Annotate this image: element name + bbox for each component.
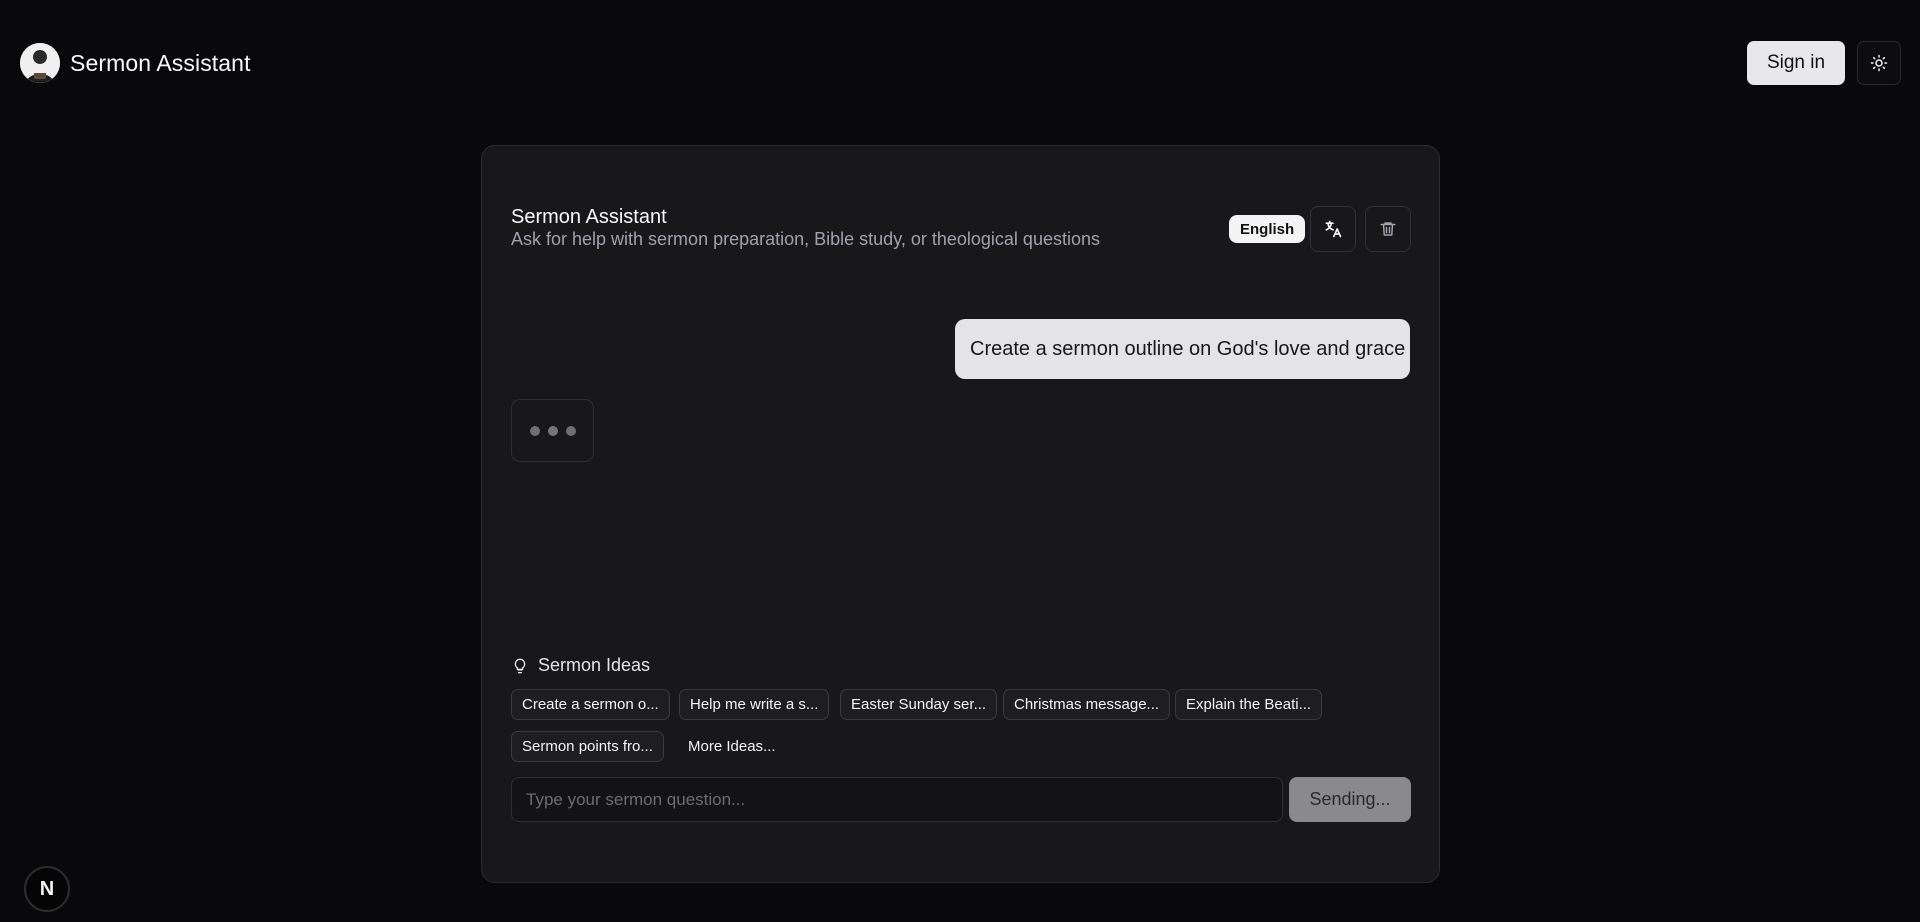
send-button[interactable]: Sending... — [1289, 777, 1411, 822]
idea-chip[interactable]: Help me write a s... — [679, 689, 830, 720]
top-bar: Sermon Assistant Sign in — [0, 0, 1920, 128]
typing-dot — [547, 425, 558, 436]
avatar — [20, 43, 60, 83]
ideas-title: Sermon Ideas — [538, 655, 651, 675]
sign-in-button[interactable]: Sign in — [1747, 41, 1845, 85]
lightbulb-icon — [514, 658, 526, 673]
chat-card: Sermon Assistant Ask for help with sermo… — [481, 145, 1440, 883]
idea-chip[interactable]: Create a sermon o... — [511, 689, 670, 720]
clear-chat-button[interactable] — [1365, 206, 1411, 252]
theme-toggle-button[interactable] — [1857, 41, 1901, 85]
typing-dot — [529, 425, 540, 436]
chat-title: Sermon Assistant — [511, 206, 667, 228]
trash-icon — [1380, 222, 1396, 236]
avatar-image — [20, 43, 60, 83]
sun-icon — [1870, 54, 1888, 72]
more-ideas-button[interactable]: More Ideas... — [678, 731, 786, 762]
idea-chip[interactable]: Sermon points fro... — [511, 731, 664, 762]
typing-indicator — [511, 399, 594, 462]
translate-icon — [1325, 220, 1342, 238]
translate-button[interactable] — [1310, 206, 1356, 252]
ideas-header: Sermon Ideas — [512, 655, 650, 676]
user-message: Create a sermon outline on God's love an… — [955, 319, 1410, 379]
message-input[interactable] — [511, 777, 1283, 822]
language-badge[interactable]: English — [1229, 215, 1306, 243]
app-title: Sermon Assistant — [70, 49, 251, 76]
chat-subtitle: Ask for help with sermon preparation, Bi… — [511, 229, 1100, 249]
typing-dot — [565, 425, 576, 436]
idea-chip[interactable]: Christmas message... — [1003, 689, 1171, 720]
idea-chip[interactable]: Easter Sunday ser... — [840, 689, 998, 720]
brand[interactable]: Sermon Assistant — [20, 43, 251, 83]
dev-tools-badge[interactable]: N — [24, 866, 70, 912]
idea-chip[interactable]: Explain the Beati... — [1175, 689, 1323, 720]
